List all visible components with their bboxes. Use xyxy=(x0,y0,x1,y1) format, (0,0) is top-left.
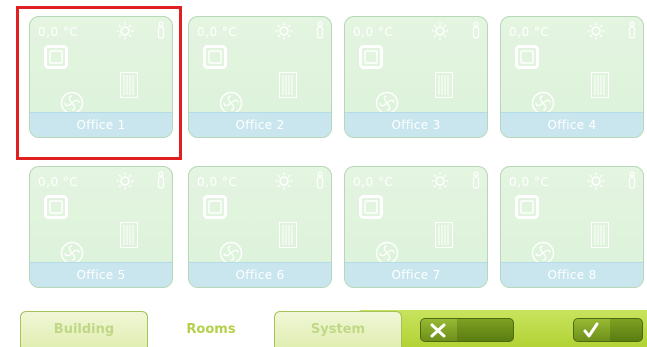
room-temperature: 0,0 °C xyxy=(197,25,238,39)
room-tile-office-2[interactable]: 0,0 °C Office 2 xyxy=(188,16,332,138)
checkmark-icon xyxy=(583,322,599,338)
room-tile-office-3[interactable]: 0,0 °C Office 3 xyxy=(344,16,488,138)
radiator-icon xyxy=(279,72,297,98)
window-icon xyxy=(203,195,227,219)
room-name: Office 4 xyxy=(547,118,597,132)
person-icon xyxy=(628,171,636,189)
sun-icon xyxy=(431,22,449,40)
room-label-bar: Office 8 xyxy=(501,262,643,287)
window-icon xyxy=(359,195,383,219)
tab-rooms[interactable]: Rooms xyxy=(148,311,274,347)
window-icon xyxy=(515,195,539,219)
room-tile-office-4[interactable]: 0,0 °C Office 4 xyxy=(500,16,644,138)
window-icon xyxy=(44,195,68,219)
room-label-bar: Office 4 xyxy=(501,112,643,137)
ok-button[interactable] xyxy=(573,318,643,342)
radiator-icon xyxy=(279,222,297,248)
tab-building[interactable]: Building xyxy=(20,311,148,347)
room-temperature: 0,0 °C xyxy=(38,175,79,189)
sun-icon xyxy=(587,22,605,40)
room-temperature: 0,0 °C xyxy=(353,25,394,39)
radiator-icon xyxy=(591,222,609,248)
radiator-icon xyxy=(120,222,138,248)
window-icon xyxy=(203,45,227,69)
room-temperature: 0,0 °C xyxy=(197,175,238,189)
radiator-icon xyxy=(591,72,609,98)
room-temperature: 0,0 °C xyxy=(509,175,550,189)
selection-highlight xyxy=(16,6,182,160)
person-icon xyxy=(472,171,480,189)
room-name: Office 3 xyxy=(391,118,441,132)
radiator-icon xyxy=(435,222,453,248)
radiator-icon xyxy=(435,72,453,98)
cancel-button[interactable] xyxy=(420,318,514,342)
sun-icon xyxy=(116,172,134,190)
room-tile-office-8[interactable]: 0,0 °C Office 8 xyxy=(500,166,644,288)
room-tile-office-5[interactable]: 0,0 °C Office 5 xyxy=(29,166,173,288)
tab-system[interactable]: System xyxy=(274,311,402,347)
sun-icon xyxy=(275,22,293,40)
room-name: Office 6 xyxy=(235,268,285,282)
room-label-bar: Office 6 xyxy=(189,262,331,287)
bottom-nav-bar: Building Rooms System xyxy=(0,308,647,347)
window-icon xyxy=(515,45,539,69)
sun-icon xyxy=(431,172,449,190)
room-name: Office 8 xyxy=(547,268,597,282)
sun-icon xyxy=(275,172,293,190)
close-icon xyxy=(430,323,446,338)
person-icon xyxy=(628,21,636,39)
room-temperature: 0,0 °C xyxy=(509,25,550,39)
room-tile-office-6[interactable]: 0,0 °C Office 6 xyxy=(188,166,332,288)
room-name: Office 5 xyxy=(76,268,126,282)
person-icon xyxy=(472,21,480,39)
room-label-bar: Office 2 xyxy=(189,112,331,137)
window-icon xyxy=(359,45,383,69)
person-icon xyxy=(157,171,165,189)
room-label-bar: Office 7 xyxy=(345,262,487,287)
room-tile-office-7[interactable]: 0,0 °C Office 7 xyxy=(344,166,488,288)
room-label-bar: Office 5 xyxy=(30,262,172,287)
room-label-bar: Office 3 xyxy=(345,112,487,137)
sun-icon xyxy=(587,172,605,190)
room-name: Office 2 xyxy=(235,118,285,132)
person-icon xyxy=(316,171,324,189)
person-icon xyxy=(316,21,324,39)
room-temperature: 0,0 °C xyxy=(353,175,394,189)
room-name: Office 7 xyxy=(391,268,441,282)
